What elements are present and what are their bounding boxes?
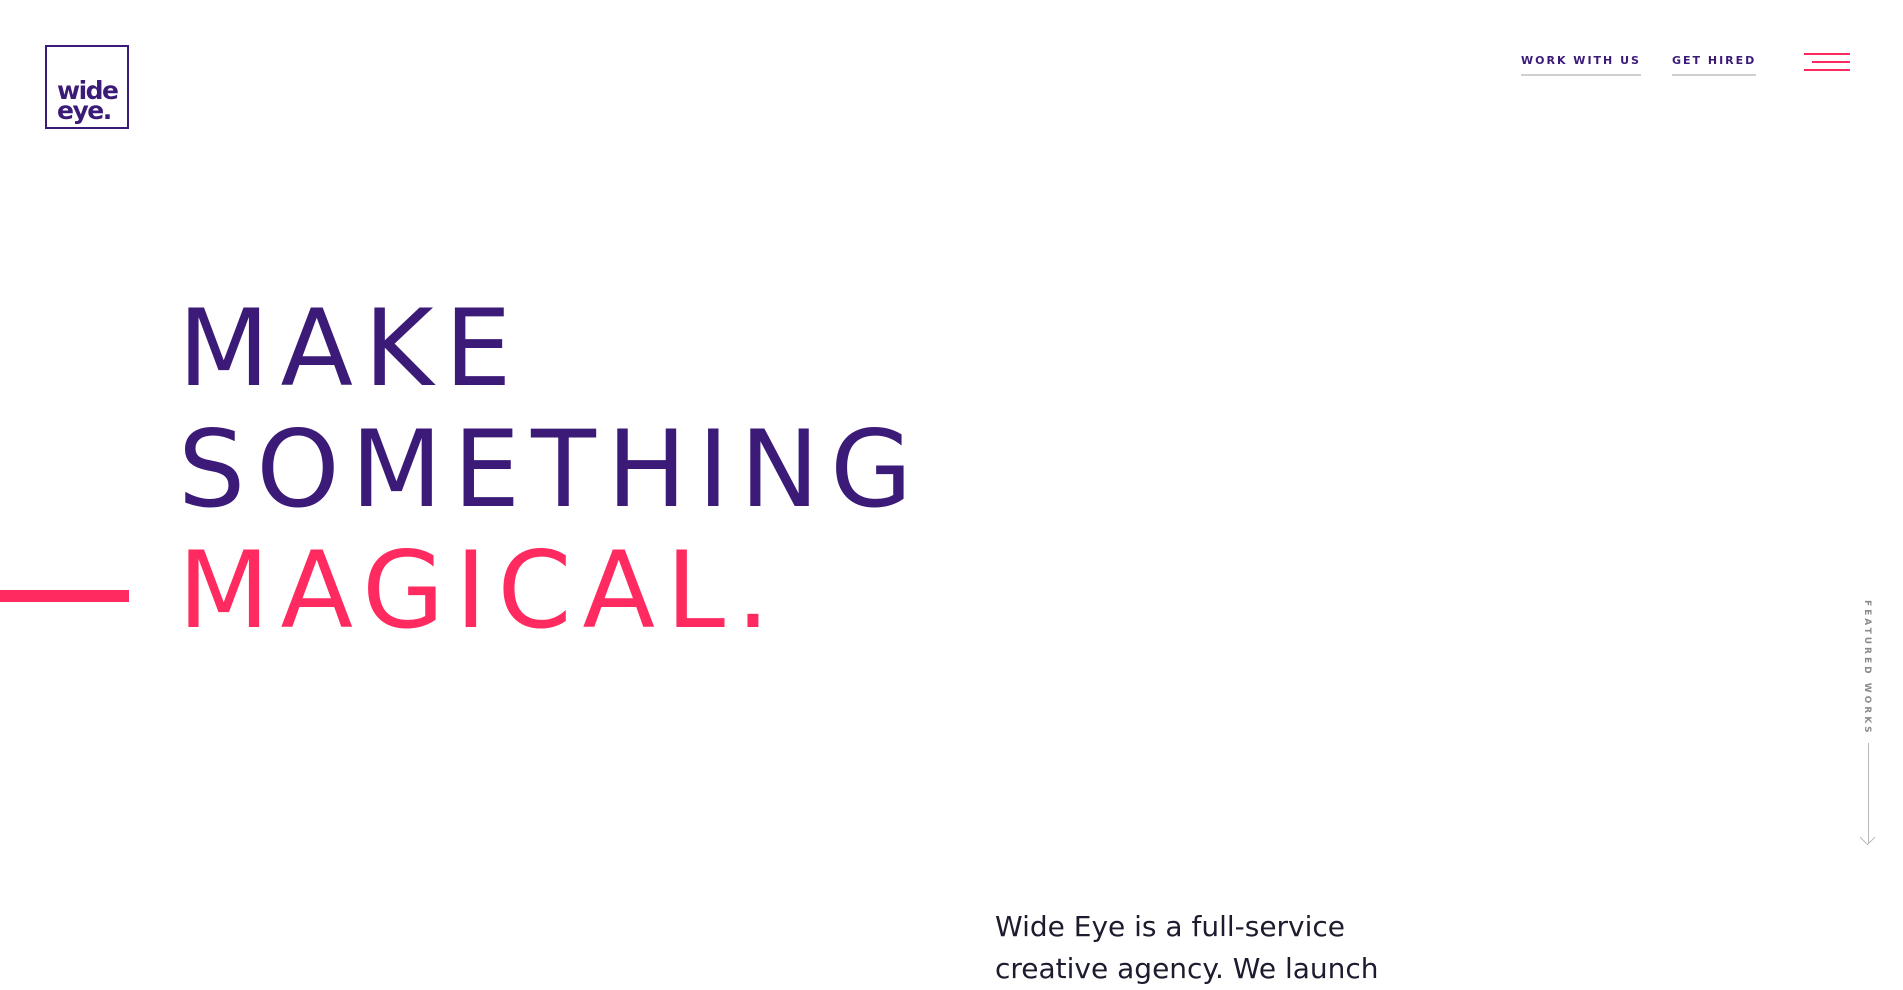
logo-line-2: eye.: [57, 96, 112, 125]
headline-line-something: SOMETHING: [178, 408, 924, 531]
intro-paragraph: Wide Eye is a full-service creative agen…: [995, 910, 1379, 985]
featured-works-scroll-link[interactable]: FEATURED WORKS: [1859, 600, 1876, 850]
hero-headline: MAKE SOMETHING MAGICAL.: [178, 288, 923, 651]
headline-line-make: MAKE: [178, 287, 523, 410]
hamburger-menu-icon[interactable]: [1804, 53, 1850, 73]
arrow-down-icon: [1859, 829, 1876, 846]
accent-line: [0, 590, 129, 602]
logo-link[interactable]: wide eye.: [45, 45, 129, 129]
featured-works-label: FEATURED WORKS: [1862, 600, 1872, 736]
scroll-indicator-line: [1868, 743, 1869, 843]
nav-get-hired-link[interactable]: GET HIRED: [1672, 54, 1757, 76]
nav-work-with-us-link[interactable]: WORK WITH US: [1521, 54, 1641, 76]
headline-line-magical: MAGICAL.: [178, 529, 781, 652]
